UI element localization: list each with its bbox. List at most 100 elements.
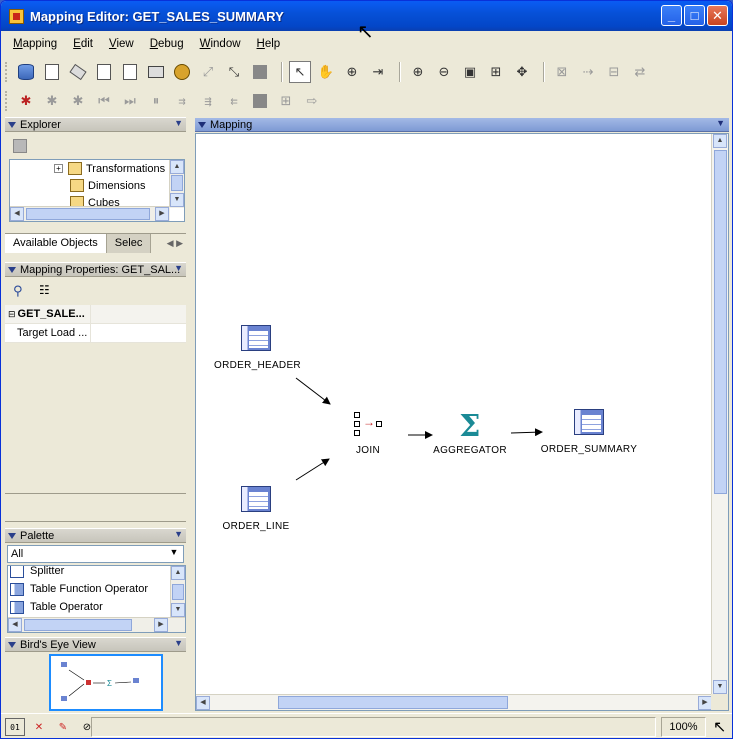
fit-all-icon[interactable]: ▣	[459, 61, 481, 83]
collapse-minus-icon[interactable]: ⊟	[8, 309, 16, 320]
move-icon[interactable]: ✥	[511, 61, 533, 83]
node-aggregator[interactable]: Σ AGGREGATOR	[430, 412, 510, 457]
step-into-icon[interactable]: ⇉	[171, 90, 193, 112]
print-icon[interactable]	[145, 61, 167, 83]
explorer-vertical-scrollbar[interactable]: ▲ ▼	[169, 160, 184, 208]
connection-header-to-join[interactable]	[295, 377, 331, 405]
pan-hand-icon[interactable]: ✋	[315, 61, 337, 83]
property-row[interactable]: Target Load ...	[5, 324, 186, 343]
scroll-thumb[interactable]	[172, 584, 184, 600]
resume-icon[interactable]: ⏭	[119, 90, 141, 112]
toolbar-grip[interactable]	[5, 91, 9, 111]
collapse-icon[interactable]: ⊠	[551, 61, 573, 83]
breakpoint-icon[interactable]: ✱	[67, 90, 89, 112]
palette-item-table-function[interactable]: Table Function Operator	[10, 580, 148, 598]
collapse-triangle-icon[interactable]	[8, 266, 16, 273]
explorer-refresh-icon[interactable]	[13, 139, 27, 153]
palette-item-splitter[interactable]: Splitter	[10, 566, 64, 580]
explorer-horizontal-scrollbar[interactable]: ◀ ▶	[10, 206, 170, 221]
tree-item-dimensions[interactable]: Dimensions	[70, 177, 145, 194]
start-debug-icon[interactable]: ✱	[15, 90, 37, 112]
delete-binary-icon[interactable]: ✕	[29, 718, 49, 736]
categorized-icon[interactable]: ☷	[39, 283, 50, 297]
close-button[interactable]: ✕	[707, 5, 728, 26]
scroll-down-icon[interactable]: ▼	[170, 193, 184, 207]
scroll-thumb[interactable]	[24, 619, 132, 631]
expand-icon[interactable]: ⊟	[603, 61, 625, 83]
palette-filter-select[interactable]: All ▼	[7, 545, 184, 563]
trace-icon[interactable]: ⇨	[301, 90, 323, 112]
zoom-in-icon[interactable]: ⊕	[407, 61, 429, 83]
scroll-thumb[interactable]	[26, 208, 150, 220]
minimize-button[interactable]: _	[661, 5, 682, 26]
menu-edit[interactable]: Edit	[65, 36, 101, 52]
spread-icon[interactable]: ⇢	[577, 61, 599, 83]
properties-header[interactable]: Mapping Properties: GET_SAL... ▼	[5, 262, 186, 277]
collapse-triangle-icon[interactable]	[8, 121, 16, 128]
scroll-right-icon[interactable]: ▶	[155, 207, 169, 221]
palette-vertical-scrollbar[interactable]: ▲ ▼	[170, 566, 185, 618]
connection-line-to-join[interactable]	[295, 458, 330, 481]
canvas-vertical-scrollbar[interactable]: ▲ ▼	[711, 134, 728, 696]
scroll-left-icon[interactable]: ◀	[10, 207, 24, 221]
palette-item-table-operator[interactable]: Table Operator	[10, 598, 103, 616]
scroll-right-icon[interactable]: ▶	[698, 696, 712, 710]
toolbar-grip[interactable]	[5, 62, 9, 82]
pencil-icon[interactable]: ✎	[53, 718, 73, 736]
node-order-summary[interactable]: ORDER_SUMMARY	[539, 409, 639, 455]
scroll-right-icon[interactable]: ▶	[154, 618, 168, 632]
explorer-header[interactable]: Explorer ▼	[5, 117, 186, 132]
tag-icon[interactable]	[67, 61, 89, 83]
menu-view[interactable]: View	[101, 36, 142, 52]
menu-debug[interactable]: Debug	[142, 36, 192, 52]
zoom-area-icon[interactable]: ⊕	[341, 61, 363, 83]
filter-icon[interactable]: ⚲	[13, 283, 23, 299]
zoom-out-icon[interactable]: ⊖	[433, 61, 455, 83]
maximize-button[interactable]: □	[684, 5, 705, 26]
pin-icon[interactable]: ▼	[716, 118, 725, 128]
scroll-up-icon[interactable]: ▲	[171, 566, 185, 580]
mapping-canvas[interactable]: ORDER_HEADER ORDER_LINE → JOIN Σ AGGREGA…	[195, 133, 729, 711]
select-pointer-icon[interactable]: ↖	[289, 61, 311, 83]
chevron-down-icon[interactable]: ▼	[167, 547, 181, 561]
palette-horizontal-scrollbar[interactable]: ◀ ▶	[8, 617, 185, 632]
scroll-down-icon[interactable]: ▼	[171, 603, 185, 617]
menu-mapping[interactable]: Mapping	[5, 36, 65, 52]
run-icon[interactable]	[171, 61, 193, 83]
layout-tree-icon[interactable]: ⊞	[485, 61, 507, 83]
skip-back-icon[interactable]: ⏮	[93, 90, 115, 112]
node-order-line[interactable]: ORDER_LINE	[216, 486, 296, 532]
canvas-horizontal-scrollbar[interactable]: ◀ ▶	[196, 694, 712, 710]
tab-selected-objects[interactable]: Selec	[106, 234, 152, 253]
scroll-down-icon[interactable]: ▼	[713, 680, 727, 694]
pause-icon[interactable]: ⏸	[145, 90, 167, 112]
scroll-thumb[interactable]	[714, 150, 727, 494]
node-join[interactable]: → JOIN	[348, 410, 388, 456]
fit-width-icon[interactable]: ⇥	[367, 61, 389, 83]
birdseye-header[interactable]: Bird's Eye View ▼	[5, 637, 186, 652]
connection-aggregator-to-summary[interactable]	[510, 428, 543, 437]
watch-icon[interactable]	[249, 90, 271, 112]
validate-icon[interactable]	[93, 61, 115, 83]
deploy-icon[interactable]	[15, 61, 37, 83]
collapse-triangle-icon[interactable]	[8, 532, 16, 539]
expand-plus-icon[interactable]: +	[54, 164, 63, 173]
group-icon[interactable]	[249, 61, 271, 83]
data-icon[interactable]: ⊞	[275, 90, 297, 112]
pointer-icon[interactable]: ↖	[713, 717, 726, 737]
pin-icon[interactable]: ▼	[174, 638, 183, 648]
menu-help[interactable]: Help	[249, 36, 289, 52]
collapse-triangle-icon[interactable]	[198, 121, 206, 128]
mapping-header[interactable]: Mapping ▼	[195, 118, 729, 132]
pin-icon[interactable]: ▼	[174, 118, 183, 128]
step-over-icon[interactable]: ⇶	[197, 90, 219, 112]
scroll-left-icon[interactable]: ◀	[196, 696, 210, 710]
connect-icon[interactable]: ⤡	[223, 61, 245, 83]
tab-scroll-arrows-icon[interactable]: ◀ ▶	[164, 234, 186, 253]
stop-debug-icon[interactable]: ✱	[41, 90, 63, 112]
node-order-header[interactable]: ORDER_HEADER	[214, 325, 301, 371]
scroll-thumb[interactable]	[171, 175, 183, 191]
palette-header[interactable]: Palette ▼	[5, 528, 186, 543]
tree-item-transformations[interactable]: + Transformations	[54, 160, 165, 177]
pin-icon[interactable]: ▼	[174, 529, 183, 539]
